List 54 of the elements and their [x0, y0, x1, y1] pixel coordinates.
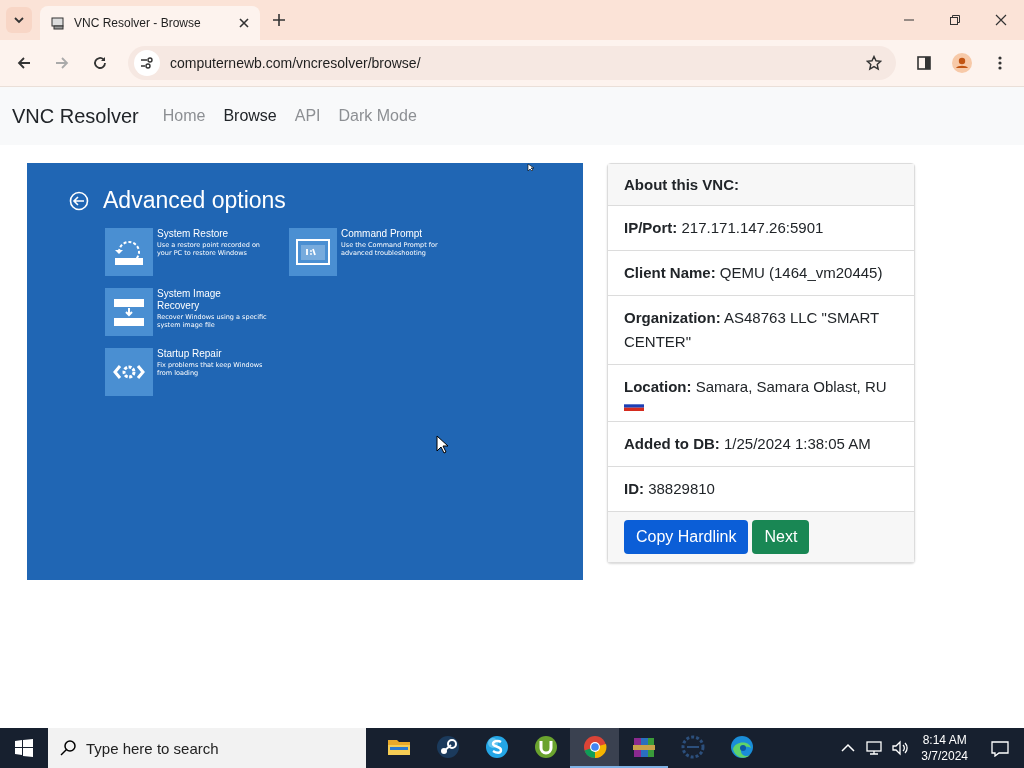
- reload-icon: [92, 55, 108, 71]
- info-text: Organization: AS48763 LLC "SMART CENTER": [624, 309, 879, 350]
- clock-button[interactable]: 8:14 AM 3/7/2024: [913, 732, 976, 764]
- nav-link[interactable]: Home: [162, 107, 206, 125]
- arrow-left-icon: [16, 55, 32, 71]
- avatar-icon: [952, 53, 972, 73]
- url-text: computernewb.com/vncresolver/browse/: [170, 55, 422, 71]
- drive-download-icon[interactable]: [105, 288, 153, 336]
- network-icon: [865, 739, 884, 757]
- restore-icon[interactable]: [105, 228, 153, 276]
- close-tab-button[interactable]: [238, 17, 250, 29]
- info-text: IP/Port: 217.171.147.26:5901: [624, 219, 824, 236]
- option-title[interactable]: System Image Recovery: [157, 288, 247, 312]
- notifications-icon: [990, 739, 1010, 757]
- copy-button[interactable]: Copy Hardlink: [624, 520, 749, 554]
- date-text: 3/7/2024: [921, 748, 968, 764]
- nav-link[interactable]: API: [294, 107, 321, 125]
- computer-icon: [50, 15, 66, 31]
- option-title[interactable]: Command Prompt: [341, 228, 431, 240]
- gear-brackets-icon[interactable]: [105, 348, 153, 396]
- chevron-down-icon: [13, 15, 25, 25]
- nav-link[interactable]: Dark Mode: [338, 107, 417, 125]
- option-title[interactable]: Startup Repair: [157, 348, 247, 360]
- terminal-icon[interactable]: [289, 228, 337, 276]
- time-text: 8:14 AM: [922, 732, 967, 748]
- side-panel-icon: [916, 55, 932, 71]
- cursor-icon: [436, 435, 450, 455]
- info-text: Location: Samara, Samara Oblast, RU: [624, 378, 887, 395]
- volume-icon: [891, 739, 910, 757]
- next-button[interactable]: Next: [752, 520, 810, 554]
- close-icon: [995, 14, 1007, 26]
- sliders-icon: [140, 56, 154, 70]
- tab-title: VNC Resolver - Browse: [74, 16, 202, 30]
- tab-list-button[interactable]: [6, 7, 32, 33]
- site-brand[interactable]: VNC Resolver: [12, 104, 139, 128]
- info-text: Added to DB: 1/25/2024 1:38:05 AM: [624, 435, 871, 452]
- option-title[interactable]: System Restore: [157, 228, 247, 240]
- windows-logo-icon: [15, 739, 33, 757]
- nav-link[interactable]: Browse: [223, 107, 277, 125]
- plus-icon: [272, 13, 286, 27]
- search-field[interactable]: Type here to search: [48, 728, 366, 768]
- restore-icon: [949, 14, 961, 26]
- info-text: ID: 38829810: [624, 480, 715, 497]
- cursor-icon: [527, 163, 535, 172]
- info-text: Client Name: QEMU (1464_vm20445): [624, 264, 883, 281]
- address-bar[interactable]: computernewb.com/vncresolver/browse/: [128, 46, 896, 80]
- card-header: About this VNC:: [608, 164, 914, 206]
- close-icon: [238, 17, 250, 29]
- site-info-button[interactable]: [134, 50, 160, 76]
- star-icon: [866, 55, 882, 71]
- screen-title: Advanced options: [103, 187, 286, 214]
- browser-tab[interactable]: VNC Resolver - Browse: [40, 6, 260, 40]
- arrow-right-icon: [54, 55, 70, 71]
- search-icon: [60, 740, 76, 756]
